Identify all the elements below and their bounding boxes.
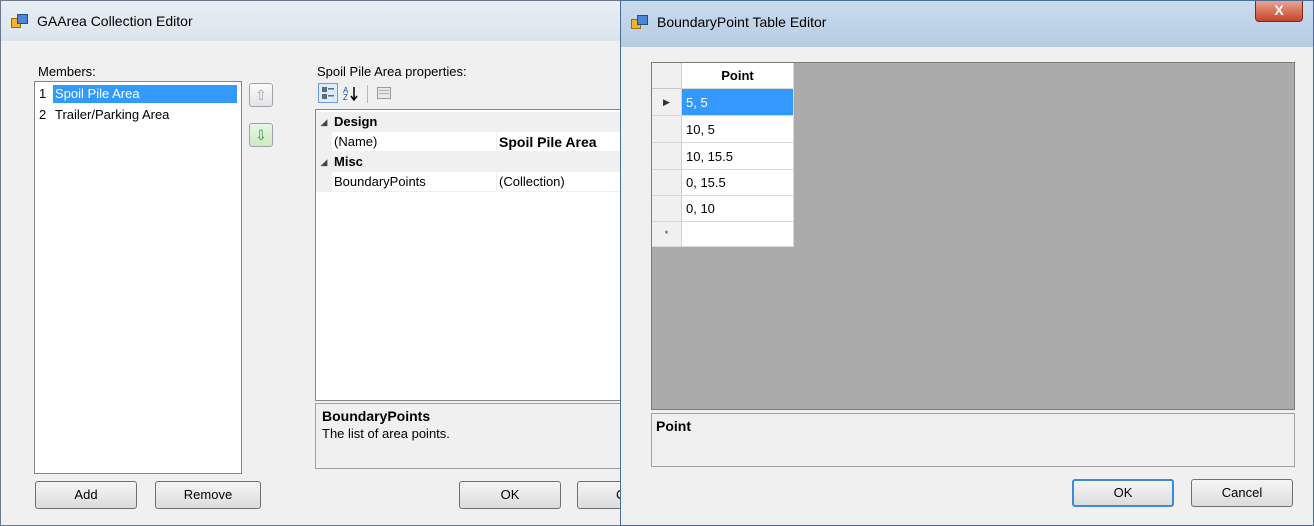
alphabetical-sort-icon[interactable]: AZ: [341, 83, 361, 103]
move-down-button[interactable]: ⇩: [249, 123, 273, 147]
property-row[interactable]: BoundaryPoints (Collection): [316, 172, 640, 192]
window-title: BoundaryPoint Table Editor: [657, 14, 827, 30]
description-text: The list of area points.: [322, 426, 450, 441]
description-title: Point: [656, 418, 691, 434]
collapse-triangle-icon[interactable]: ◢: [316, 112, 332, 132]
description-panel: BoundaryPoints The list of area points.: [315, 403, 641, 469]
point-cell[interactable]: 0, 15.5: [682, 170, 794, 196]
add-button[interactable]: Add: [35, 481, 137, 509]
row-header[interactable]: [652, 196, 682, 222]
points-datagrid[interactable]: Point ▶ 5, 5 10, 5 10, 15.5 0, 15.5 0, 1…: [651, 62, 1295, 410]
table-editor-window: BoundaryPoint Table Editor X Point ▶ 5, …: [620, 0, 1314, 526]
property-name: BoundaryPoints: [334, 174, 426, 189]
member-name: Trailer/Parking Area: [55, 107, 170, 122]
category-name: Design: [334, 114, 378, 129]
property-pages-icon[interactable]: [374, 83, 394, 103]
description-panel: Point: [651, 413, 1295, 467]
remove-button[interactable]: Remove: [155, 481, 261, 509]
member-item[interactable]: 2 Trailer/Parking Area: [37, 106, 239, 124]
cancel-button[interactable]: Cancel: [1191, 479, 1293, 507]
member-index: 2: [39, 107, 47, 122]
column-header-point[interactable]: Point: [682, 63, 794, 89]
move-up-button[interactable]: ⇧: [249, 83, 273, 107]
property-value[interactable]: (Collection): [496, 172, 640, 192]
property-grid[interactable]: ◢ Design (Name) Spoil Pile Area ◢ Misc B…: [315, 109, 641, 401]
new-row-marker[interactable]: *: [652, 222, 682, 247]
arrow-up-icon: ⇧: [255, 86, 267, 103]
category-row[interactable]: ◢ Misc: [316, 152, 640, 172]
svg-text:Z: Z: [343, 93, 348, 101]
category-name: Misc: [334, 154, 363, 169]
row-header-current[interactable]: ▶: [652, 89, 682, 116]
row-header[interactable]: [652, 143, 682, 170]
properties-label: Spoil Pile Area properties:: [317, 64, 467, 79]
ok-button[interactable]: OK: [1072, 479, 1174, 507]
arrow-down-icon: ⇩: [255, 126, 267, 143]
row-header[interactable]: [652, 116, 682, 143]
property-row[interactable]: (Name) Spoil Pile Area: [316, 132, 640, 152]
datagrid-table: Point ▶ 5, 5 10, 5 10, 15.5 0, 15.5 0, 1…: [652, 63, 794, 247]
collapse-triangle-icon[interactable]: ◢: [316, 152, 332, 172]
ok-button[interactable]: OK: [459, 481, 561, 509]
collection-editor-window: GAArea Collection Editor Members: 1 Spoil…: [0, 0, 641, 526]
close-icon[interactable]: X: [1255, 1, 1303, 22]
row-header[interactable]: [652, 170, 682, 196]
window-title: GAArea Collection Editor: [37, 13, 193, 29]
member-name: Spoil Pile Area: [53, 85, 237, 103]
member-index: 1: [39, 86, 47, 101]
new-row-cell[interactable]: [682, 222, 794, 247]
corner-header[interactable]: [652, 63, 682, 89]
point-cell[interactable]: 10, 15.5: [682, 143, 794, 170]
property-name: (Name): [334, 134, 378, 149]
app-icon: [11, 14, 28, 28]
point-cell[interactable]: 5, 5: [682, 89, 794, 116]
app-icon: [631, 15, 648, 29]
point-cell[interactable]: 10, 5: [682, 116, 794, 143]
description-title: BoundaryPoints: [322, 408, 431, 424]
member-item[interactable]: 1 Spoil Pile Area: [37, 85, 239, 103]
collection-editor-titlebar[interactable]: GAArea Collection Editor: [1, 1, 639, 41]
property-value[interactable]: Spoil Pile Area: [496, 132, 640, 152]
point-cell[interactable]: 0, 10: [682, 196, 794, 222]
members-label: Members:: [38, 64, 96, 79]
table-editor-titlebar[interactable]: BoundaryPoint Table Editor X: [621, 1, 1313, 47]
categorized-icon[interactable]: [318, 83, 338, 103]
members-listbox[interactable]: 1 Spoil Pile Area 2 Trailer/Parking Area: [34, 81, 242, 474]
category-row[interactable]: ◢ Design: [316, 112, 640, 132]
